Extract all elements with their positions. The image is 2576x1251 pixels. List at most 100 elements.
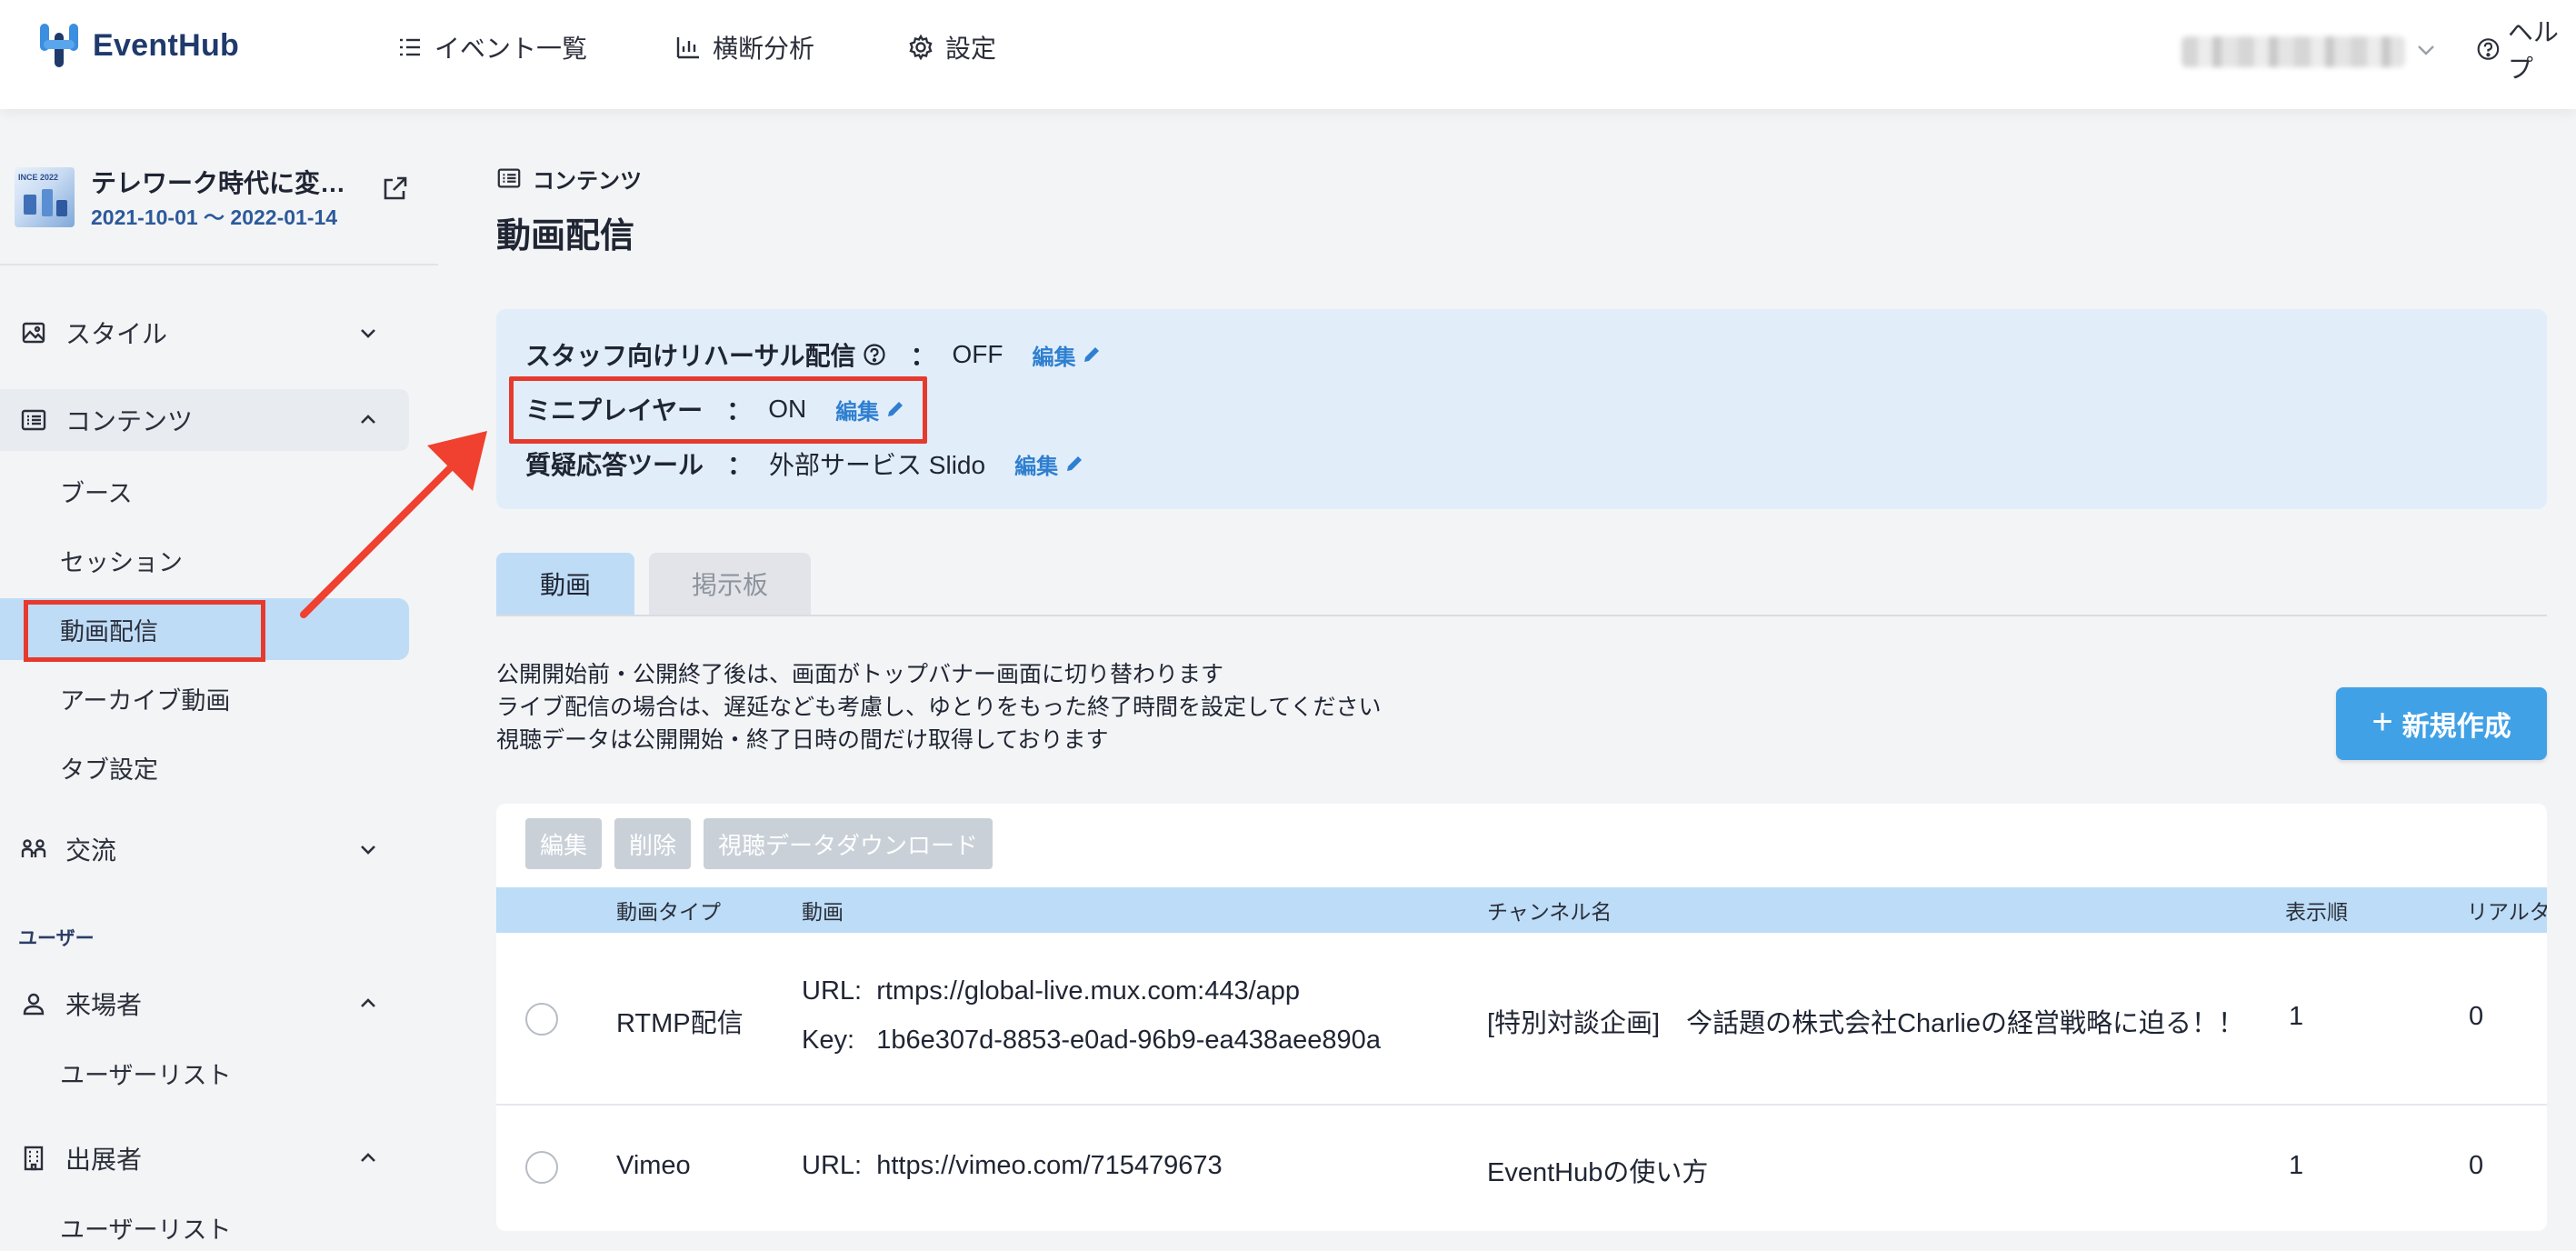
table-actions: 編集 削除 視聴データダウンロード <box>525 818 1005 869</box>
sidebar-item-tab-settings[interactable]: タブ設定 <box>0 736 409 798</box>
help-circle-icon[interactable] <box>863 343 886 366</box>
sidebar-item-exhibitor-user-list[interactable]: ユーザーリスト <box>0 1196 409 1251</box>
row-select-radio[interactable] <box>525 1003 558 1036</box>
edit-button[interactable]: 編集 <box>525 818 603 869</box>
setting-mini-player: ミニプレイヤー ： ON 編集 <box>525 391 906 427</box>
cell-realtime: 0 <box>2469 1151 2484 1180</box>
setting-rehearsal-label: スタッフ向けリハーサル配信 <box>525 342 856 370</box>
sidebar-section-style-label: スタイル <box>65 320 168 348</box>
logo[interactable]: EventHub <box>36 20 239 71</box>
note-line: ライブ配信の場合は、遅延なども考慮し、ゆとりをもった終了時間を設定してください <box>496 695 1382 720</box>
sidebar-item-archive-video[interactable]: アーカイブ動画 <box>0 667 409 729</box>
external-link-icon[interactable] <box>378 173 411 205</box>
plus-icon: + <box>2371 701 2393 742</box>
tab-bulletin-board[interactable]: 掲示板 <box>649 553 811 615</box>
gear-icon <box>909 34 933 61</box>
logo-text: EventHub <box>93 27 240 63</box>
sidebar-section-visitors[interactable]: 来場者 <box>0 973 409 1035</box>
list-box-icon <box>21 409 46 431</box>
notes: 公開開始前・公開終了後は、画面がトップバナー画面に切り替わります ライブ配信の場… <box>496 658 1382 756</box>
pencil-icon <box>1067 456 1083 471</box>
help-circle-icon <box>2477 38 2500 60</box>
content-tabs: 動画 掲示板 <box>496 553 2547 616</box>
chevron-up-icon <box>361 998 375 1007</box>
people-icon <box>21 839 46 857</box>
sidebar: INCE 2022 テレワーク時代に変… 2021-10-01 〜 2022-0… <box>0 109 438 1251</box>
sidebar-section-exchange[interactable]: 交流 <box>0 818 409 880</box>
setting-qa-tool-label: 質疑応答ツール <box>525 451 704 479</box>
key-label: Key: <box>802 1026 855 1055</box>
row-select-radio[interactable] <box>525 1151 558 1184</box>
setting-qa-tool-value: 外部サービス Slido <box>769 451 986 479</box>
column-header-realtime[interactable]: リアルタ <box>2467 887 2547 933</box>
tab-video[interactable]: 動画 <box>496 553 634 615</box>
cell-realtime: 0 <box>2469 1002 2484 1031</box>
page-title: 動画配信 <box>496 217 635 255</box>
url-value: rtmps://global-live.mux.com:443/app <box>876 976 1301 1006</box>
setting-qa-tool: 質疑応答ツール ： 外部サービス Slido 編集 <box>525 445 1085 482</box>
top-bar: EventHub イベント一覧 横断分析 設定 ヘルプ <box>0 0 2576 109</box>
setting-rehearsal-value: OFF <box>952 340 1003 368</box>
nav-cross-analysis[interactable]: 横断分析 <box>674 27 814 67</box>
pencil-icon <box>1084 347 1100 362</box>
nav-event-list[interactable]: イベント一覧 <box>396 27 587 67</box>
cell-channel: EventHubの使い方 <box>1487 1158 1709 1187</box>
edit-label: 編集 <box>835 399 880 425</box>
building-icon <box>24 1146 44 1171</box>
video-table: 編集 削除 視聴データダウンロード 動画タイプ 動画 チャンネル名 表示順 リア… <box>496 804 2547 1231</box>
pencil-icon <box>888 402 904 416</box>
setting-qa-tool-edit[interactable]: 編集 <box>1014 448 1085 480</box>
download-viewing-data-button[interactable]: 視聴データダウンロード <box>704 818 993 869</box>
chevron-down-icon <box>361 329 375 338</box>
setting-mini-player-label: ミニプレイヤー <box>525 396 704 425</box>
sidebar-section-style[interactable]: スタイル <box>0 302 409 364</box>
cell-video-url: URL: rtmps://global-live.mux.com:443/app <box>802 976 1300 1006</box>
sidebar-section-contents-label: コンテンツ <box>65 407 194 435</box>
user-name-blurred[interactable] <box>2182 36 2405 67</box>
column-header-channel[interactable]: チャンネル名 <box>1487 887 1612 933</box>
sidebar-item-booth[interactable]: ブース <box>0 460 409 522</box>
note-line: 公開開始前・公開終了後は、画面がトップバナー画面に切り替わります <box>496 662 1224 687</box>
create-new-button[interactable]: + 新規作成 <box>2336 687 2547 760</box>
sidebar-section-exhibitors[interactable]: 出展者 <box>0 1127 409 1189</box>
event-dates: 2021-10-01 〜 2022-01-14 <box>91 205 338 229</box>
help-link[interactable]: ヘルプ <box>2476 18 2576 83</box>
settings-panel: スタッフ向けリハーサル配信 ： OFF 編集 ミニプレイヤー ： ON 編集 質… <box>496 309 2547 509</box>
create-new-label: 新規作成 <box>2401 712 2511 742</box>
cell-order: 1 <box>2289 1002 2304 1031</box>
sidebar-section-visitors-label: 来場者 <box>65 991 143 1019</box>
eventhub-logo-icon <box>40 24 78 67</box>
table-row[interactable]: Vimeo URL: https://vimeo.com/715479673 E… <box>496 1106 2547 1231</box>
list-box-icon <box>497 168 521 188</box>
breadcrumb: コンテンツ <box>496 162 642 195</box>
cell-video-url: URL: https://vimeo.com/715479673 <box>802 1151 1223 1181</box>
table-row[interactable]: RTMP配信 URL: rtmps://global-live.mux.com:… <box>496 933 2547 1106</box>
setting-colon: ： <box>726 396 753 425</box>
nav-settings[interactable]: 設定 <box>907 27 996 67</box>
delete-button[interactable]: 削除 <box>614 818 692 869</box>
key-value: 1b6e307d-8853-e0ad-96b9-ea438aee890a <box>876 1026 1381 1055</box>
setting-mini-player-value: ON <box>768 395 807 423</box>
setting-colon: ： <box>727 451 754 479</box>
edit-label: 編集 <box>1032 345 1076 370</box>
setting-rehearsal-edit[interactable]: 編集 <box>1032 339 1103 371</box>
sidebar-item-visitor-user-list[interactable]: ユーザーリスト <box>0 1042 409 1104</box>
event-thumbnail: INCE 2022 <box>15 167 75 227</box>
sidebar-section-contents[interactable]: コンテンツ <box>0 389 409 451</box>
setting-rehearsal: スタッフ向けリハーサル配信 ： OFF 編集 <box>525 336 1103 373</box>
sidebar-group-users: ユーザー <box>18 928 95 949</box>
column-header-video[interactable]: 動画 <box>802 887 844 933</box>
sidebar-item-session[interactable]: セッション <box>0 529 409 591</box>
sidebar-item-video-streaming[interactable]: 動画配信 <box>0 598 409 660</box>
column-header-video-type[interactable]: 動画タイプ <box>616 887 721 933</box>
user-icon <box>23 993 45 1016</box>
setting-colon: ： <box>910 342 936 370</box>
cell-video-key: Key: 1b6e307d-8853-e0ad-96b9-ea438aee890… <box>802 1026 1381 1056</box>
setting-mini-player-edit[interactable]: 編集 <box>835 394 906 425</box>
chevron-up-icon <box>361 1153 375 1162</box>
nav-cross-analysis-label: 横断分析 <box>713 35 815 63</box>
nav-settings-label: 設定 <box>945 35 997 63</box>
column-header-order[interactable]: 表示順 <box>2285 887 2348 933</box>
sidebar-section-exchange-label: 交流 <box>65 836 117 865</box>
chevron-down-icon[interactable] <box>2412 36 2440 64</box>
